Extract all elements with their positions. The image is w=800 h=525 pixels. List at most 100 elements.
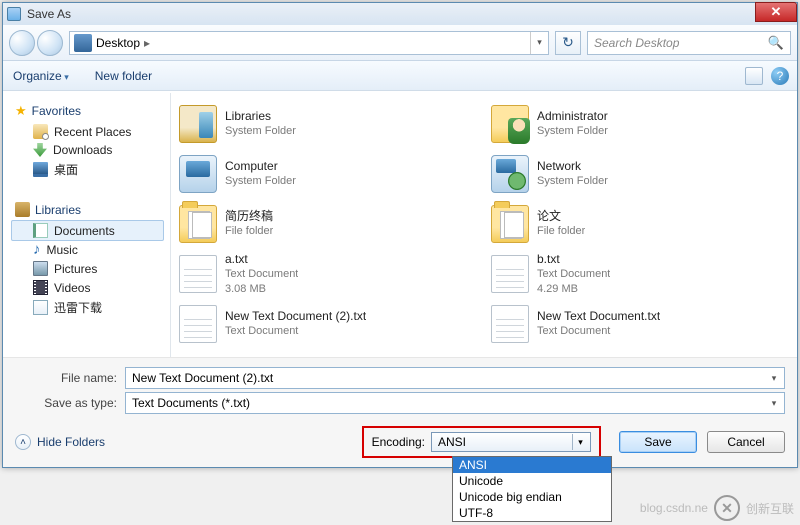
xunlei-icon xyxy=(33,300,48,315)
chevron-up-icon: ˄ xyxy=(15,434,31,450)
encoding-select[interactable]: ANSI ▾ xyxy=(431,432,591,452)
file-type: Text Document xyxy=(225,267,298,282)
user-icon xyxy=(491,105,529,143)
cancel-button[interactable]: Cancel xyxy=(707,431,785,453)
encoding-option[interactable]: ANSI xyxy=(453,457,611,473)
file-type: File folder xyxy=(225,224,273,239)
txt-icon xyxy=(491,305,529,343)
close-icon: ✕ xyxy=(771,4,782,20)
videos-icon xyxy=(33,280,48,295)
file-type: System Folder xyxy=(537,174,608,189)
txt-icon xyxy=(179,305,217,343)
file-item[interactable]: New Text Document.txtText Document xyxy=(487,299,793,349)
app-icon xyxy=(7,7,21,21)
file-type: File folder xyxy=(537,224,585,239)
file-name-input[interactable]: New Text Document (2).txt ▾ xyxy=(125,367,785,389)
sidebar-item-documents[interactable]: Documents xyxy=(11,220,164,241)
chevron-down-icon[interactable]: ▾ xyxy=(766,370,782,386)
help-button[interactable]: ? xyxy=(771,67,789,85)
new-folder-button[interactable]: New folder xyxy=(95,69,152,83)
refresh-icon: ↻ xyxy=(562,34,574,51)
chevron-down-icon[interactable]: ▾ xyxy=(572,434,588,450)
file-name-label: File name: xyxy=(15,371,125,385)
file-item[interactable]: New Text Document (2).txtText Document xyxy=(175,299,481,349)
file-type: Text Document xyxy=(537,267,610,282)
breadcrumb-location[interactable]: Desktop xyxy=(96,36,140,50)
file-list[interactable]: LibrariesSystem FolderAdministratorSyste… xyxy=(171,93,797,357)
file-type: System Folder xyxy=(225,124,296,139)
forward-button[interactable] xyxy=(37,30,63,56)
refresh-button[interactable]: ↻ xyxy=(555,31,581,55)
file-name: New Text Document (2).txt xyxy=(225,309,366,324)
file-item[interactable]: 简历终稿File folder xyxy=(175,199,481,249)
txt-icon xyxy=(491,255,529,293)
save-form: File name: New Text Document (2).txt ▾ S… xyxy=(3,357,797,467)
save-as-dialog: Save As ✕ Desktop ▸ ▾ ↻ Search Desktop 🔍… xyxy=(2,2,798,468)
file-name: Network xyxy=(537,159,608,174)
save-button[interactable]: Save xyxy=(619,431,697,453)
file-size: 3.08 MB xyxy=(225,282,298,297)
file-item[interactable]: LibrariesSystem Folder xyxy=(175,99,481,149)
file-item[interactable]: ComputerSystem Folder xyxy=(175,149,481,199)
file-name: Administrator xyxy=(537,109,608,124)
close-button[interactable]: ✕ xyxy=(755,2,797,22)
libraries-header[interactable]: Libraries xyxy=(15,202,170,217)
chevron-down-icon[interactable]: ▾ xyxy=(766,395,782,411)
sidebar-item-desktop[interactable]: 桌面 xyxy=(11,159,170,180)
net-icon xyxy=(491,155,529,193)
search-placeholder: Search Desktop xyxy=(594,36,768,50)
sidebar-item-xunlei[interactable]: 迅雷下载 xyxy=(11,297,170,318)
file-type: System Folder xyxy=(225,174,296,189)
save-type-label: Save as type: xyxy=(15,396,125,410)
hide-folders-button[interactable]: ˄ Hide Folders xyxy=(15,434,105,450)
title-bar: Save As ✕ xyxy=(3,3,797,25)
file-name: Computer xyxy=(225,159,296,174)
file-type: System Folder xyxy=(537,124,608,139)
file-item[interactable]: 论文File folder xyxy=(487,199,793,249)
file-name: New Text Document.txt xyxy=(537,309,660,324)
music-icon: ♪ xyxy=(33,243,41,257)
comp-icon xyxy=(179,155,217,193)
desktop-icon xyxy=(33,162,48,177)
search-input[interactable]: Search Desktop 🔍 xyxy=(587,31,791,55)
documents-icon xyxy=(33,223,48,238)
folderpaper-icon xyxy=(179,205,217,243)
file-name: 简历终稿 xyxy=(225,209,273,224)
txt-icon xyxy=(179,255,217,293)
file-item[interactable]: b.txtText Document4.29 MB xyxy=(487,249,793,299)
file-name: Libraries xyxy=(225,109,296,124)
sidebar-item-pictures[interactable]: Pictures xyxy=(11,259,170,278)
address-bar[interactable]: Desktop ▸ ▾ xyxy=(69,31,549,55)
watermark: blog.csdn.ne ✕ 创新互联 xyxy=(640,495,794,521)
favorites-header[interactable]: ★ Favorites xyxy=(15,103,170,119)
folderpaper-icon xyxy=(491,205,529,243)
libraries-icon xyxy=(15,202,30,217)
back-button[interactable] xyxy=(9,30,35,56)
view-options-button[interactable] xyxy=(745,67,763,85)
sidebar-item-videos[interactable]: Videos xyxy=(11,278,170,297)
recent-places-icon xyxy=(33,124,48,139)
desktop-icon xyxy=(74,34,92,52)
organize-menu[interactable]: Organize xyxy=(13,69,69,83)
save-type-select[interactable]: Text Documents (*.txt) ▾ xyxy=(125,392,785,414)
encoding-dropdown-list[interactable]: ANSIUnicodeUnicode big endianUTF-8 xyxy=(452,456,612,522)
sidebar-item-music[interactable]: ♪Music xyxy=(11,241,170,259)
encoding-highlight: Encoding: ANSI ▾ xyxy=(362,426,601,458)
file-size: 4.29 MB xyxy=(537,282,610,297)
file-type: Text Document xyxy=(537,324,660,339)
file-item[interactable]: NetworkSystem Folder xyxy=(487,149,793,199)
address-dropdown[interactable]: ▾ xyxy=(530,32,548,54)
sidebar-item-recent-places[interactable]: Recent Places xyxy=(11,122,170,141)
navigation-bar: Desktop ▸ ▾ ↻ Search Desktop 🔍 xyxy=(3,25,797,61)
sidebar-item-downloads[interactable]: Downloads xyxy=(11,141,170,159)
file-name: b.txt xyxy=(537,252,610,267)
window-title: Save As xyxy=(27,7,71,21)
breadcrumb-separator: ▸ xyxy=(140,36,154,50)
file-item[interactable]: a.txtText Document3.08 MB xyxy=(175,249,481,299)
file-item[interactable]: AdministratorSystem Folder xyxy=(487,99,793,149)
file-name: 论文 xyxy=(537,209,585,224)
encoding-option[interactable]: UTF-8 xyxy=(453,505,611,521)
encoding-option[interactable]: Unicode xyxy=(453,473,611,489)
command-bar: Organize New folder ? xyxy=(3,61,797,91)
encoding-option[interactable]: Unicode big endian xyxy=(453,489,611,505)
